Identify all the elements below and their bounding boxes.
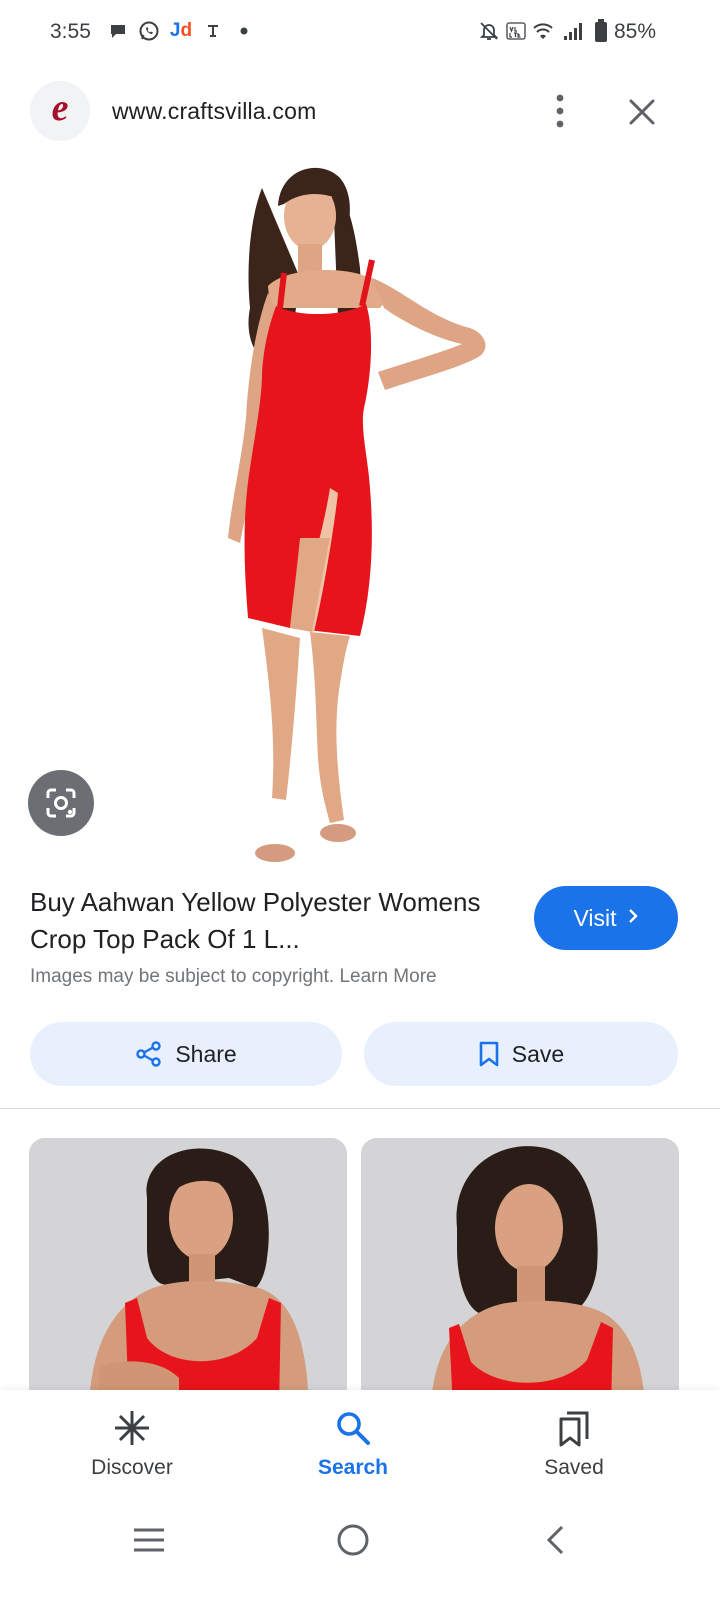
nav-discover[interactable]: Discover xyxy=(42,1390,222,1502)
system-navigation-bar xyxy=(0,1502,720,1600)
result-title[interactable]: Buy Aahwan Yellow Polyester Womens Crop … xyxy=(30,884,500,958)
download-notification-icon xyxy=(204,18,222,44)
nav-saved[interactable]: Saved xyxy=(484,1390,664,1502)
nav-saved-label: Saved xyxy=(544,1456,604,1479)
close-icon[interactable] xyxy=(620,90,664,134)
favicon-letter: e xyxy=(51,87,69,129)
saved-collection-icon xyxy=(557,1408,591,1448)
back-icon[interactable] xyxy=(520,1510,590,1570)
nav-discover-label: Discover xyxy=(91,1456,173,1479)
learn-more-link[interactable]: Learn More xyxy=(339,966,436,987)
status-bar: 3:55 Jd 85% xyxy=(0,0,720,66)
share-label: Share xyxy=(175,1040,237,1067)
save-button[interactable]: Save xyxy=(364,1022,678,1086)
google-lens-icon[interactable] xyxy=(28,770,94,836)
dot-icon xyxy=(236,18,252,44)
save-label: Save xyxy=(511,1040,565,1067)
site-header: e www.craftsvilla.com xyxy=(0,78,720,144)
visit-label: Visit xyxy=(573,904,617,931)
visit-button[interactable]: Visit xyxy=(534,886,678,950)
nav-search-label: Search xyxy=(317,1456,389,1479)
signal-icon xyxy=(560,18,586,44)
status-time: 3:55 xyxy=(50,20,91,43)
search-icon xyxy=(335,1408,371,1448)
copyright-text: Images may be subject to copyright. xyxy=(30,966,335,987)
recent-apps-icon[interactable] xyxy=(114,1510,184,1570)
jd-label-j: J xyxy=(169,20,181,41)
related-image-1[interactable] xyxy=(29,1138,347,1408)
mute-icon xyxy=(476,18,502,44)
battery-percent: 85% xyxy=(613,20,656,43)
site-favicon[interactable]: e xyxy=(30,81,90,141)
share-button[interactable]: Share xyxy=(30,1022,342,1086)
chat-bubble-icon xyxy=(106,18,130,44)
nav-search[interactable]: Search xyxy=(263,1390,443,1502)
share-icon xyxy=(135,1040,163,1068)
bottom-navigation: Discover Search Saved xyxy=(0,1390,720,1502)
jd-app-icon: Jd xyxy=(168,18,194,44)
divider xyxy=(0,1108,720,1109)
asterisk-icon xyxy=(113,1408,151,1448)
bookmark-icon xyxy=(478,1041,500,1067)
main-product-image[interactable] xyxy=(0,158,720,864)
jd-label-d: d xyxy=(180,20,193,41)
wifi-icon xyxy=(530,18,556,44)
home-icon[interactable] xyxy=(318,1510,388,1570)
related-image-2[interactable] xyxy=(361,1138,679,1408)
more-vert-icon[interactable] xyxy=(540,88,580,134)
whatsapp-icon xyxy=(136,18,162,44)
site-url[interactable]: www.craftsvilla.com xyxy=(112,98,316,125)
copyright-notice: Images may be subject to copyright. Lear… xyxy=(30,966,437,988)
chevron-right-icon xyxy=(627,905,639,931)
battery-icon xyxy=(592,18,610,44)
volte-icon xyxy=(504,18,528,44)
